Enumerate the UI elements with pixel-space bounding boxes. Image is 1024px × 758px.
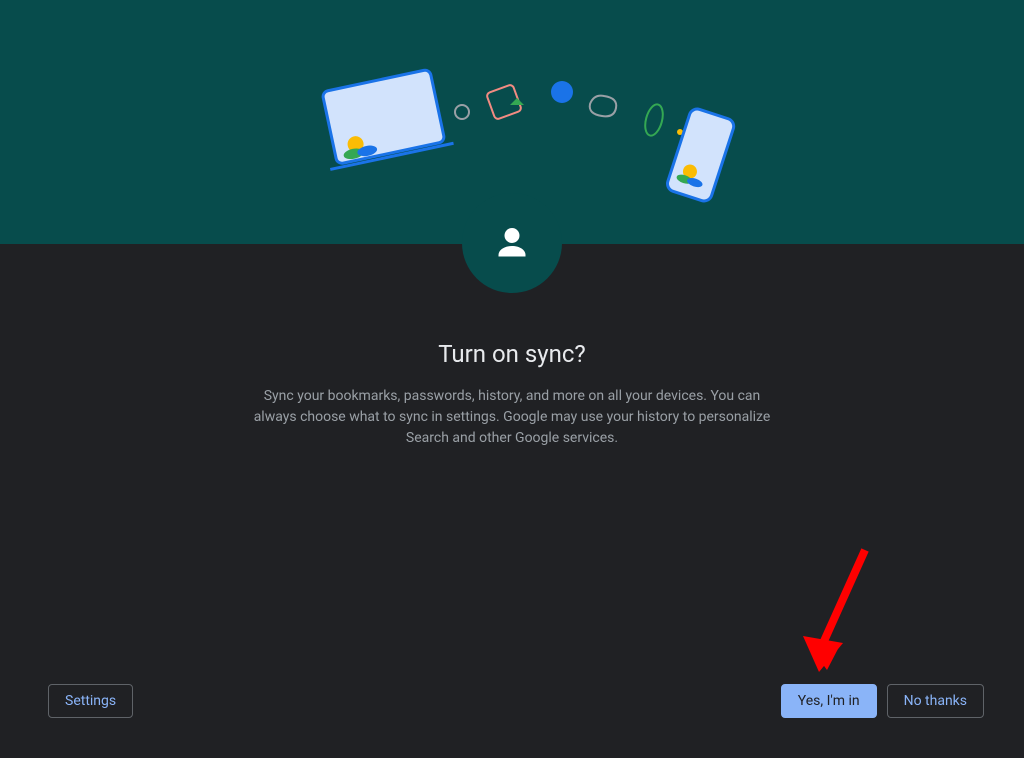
settings-button[interactable]: Settings	[48, 684, 133, 718]
button-bar: Settings Yes, I'm in No thanks	[48, 684, 984, 718]
dialog-title: Turn on sync?	[20, 340, 1004, 368]
no-thanks-button[interactable]: No thanks	[887, 684, 984, 718]
dialog-description: Sync your bookmarks, passwords, history,…	[252, 386, 772, 449]
right-button-group: Yes, I'm in No thanks	[781, 684, 984, 718]
arrow-annotation-icon	[795, 540, 885, 680]
avatar-circle	[462, 193, 562, 293]
person-icon	[494, 223, 530, 263]
dialog-content: Turn on sync? Sync your bookmarks, passw…	[0, 340, 1024, 449]
sync-illustration	[262, 32, 762, 212]
yes-button[interactable]: Yes, I'm in	[781, 684, 877, 718]
